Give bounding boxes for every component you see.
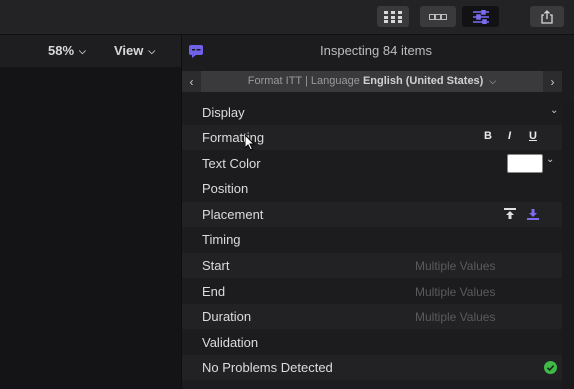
language-value: English (United States) — [362, 75, 484, 87]
text-color-row: Text Color ⌄ — [182, 151, 562, 176]
inspector-title: Inspecting 84 items — [320, 43, 433, 58]
checkmark-circle-icon — [544, 361, 557, 374]
inspector-toggle-button[interactable] — [462, 6, 499, 27]
grid-view-button[interactable] — [377, 6, 409, 27]
inspector-scrollbar[interactable] — [562, 101, 574, 389]
placement-label: Placement — [202, 207, 264, 222]
format-prefix: Format ITT | Language — [247, 75, 360, 87]
duration-row: Duration Multiple Values — [182, 304, 562, 329]
text-color-swatch[interactable] — [507, 154, 543, 173]
grid-icon — [384, 10, 402, 23]
sliders-icon — [472, 9, 489, 24]
position-label: Position — [202, 181, 249, 196]
validation-status-label: No Problems Detected — [202, 360, 333, 375]
start-value-field[interactable]: Multiple Values — [415, 259, 495, 273]
bold-button[interactable]: B — [484, 130, 492, 142]
timing-label: Timing — [202, 232, 241, 247]
timeline-view-button[interactable] — [420, 6, 456, 27]
viewer-area — [0, 67, 181, 389]
mouse-cursor-icon — [245, 135, 256, 151]
align-top-icon[interactable] — [504, 208, 516, 220]
chevron-down-icon: ⌵ — [489, 76, 497, 86]
start-label: Start — [202, 258, 230, 273]
validation-section-header[interactable]: Validation — [182, 330, 562, 355]
position-section-header[interactable]: Position — [182, 176, 562, 201]
view-label: View — [114, 43, 144, 58]
timing-section-header[interactable]: Timing — [182, 227, 562, 252]
duration-value-field[interactable]: Multiple Values — [415, 310, 495, 324]
share-icon — [541, 9, 553, 24]
align-bottom-icon[interactable] — [527, 208, 539, 220]
inspector-header: Inspecting 84 items — [182, 35, 574, 67]
next-button[interactable]: › — [543, 71, 562, 92]
validation-status-row: No Problems Detected — [182, 355, 562, 380]
chevron-down-icon[interactable]: ⌄ — [546, 154, 554, 165]
end-label: End — [202, 284, 226, 299]
chevron-down-icon: ⌵ — [79, 46, 86, 56]
zoom-level: 58% — [48, 43, 75, 58]
share-button[interactable] — [530, 6, 564, 27]
top-toolbar — [0, 0, 574, 35]
format-language-bar[interactable]: ‹ Format ITT | Language English (United … — [182, 71, 562, 92]
zoom-menu[interactable]: 58% ⌵ — [48, 43, 86, 58]
start-row: Start Multiple Values — [182, 253, 562, 278]
duration-label: Duration — [202, 309, 252, 324]
placement-row: Placement — [182, 202, 562, 227]
inspector-panel: Inspecting 84 items ‹ Format ITT | Langu… — [182, 35, 574, 389]
italic-button[interactable]: I — [508, 130, 511, 142]
end-value-field[interactable]: Multiple Values — [415, 285, 495, 299]
end-row: End Multiple Values — [182, 279, 562, 304]
chevron-right-icon: › — [550, 74, 555, 89]
view-menu[interactable]: View ⌵ — [114, 43, 155, 58]
display-label: Display — [202, 105, 245, 120]
display-section-header[interactable]: Display ⌄ — [182, 100, 562, 125]
formatting-row: Formatting B I U — [182, 125, 562, 150]
chevron-down-icon[interactable]: ⌄ — [550, 105, 558, 116]
underline-button[interactable]: U — [529, 130, 537, 142]
timeline-icon — [429, 13, 447, 20]
chevron-down-icon: ⌵ — [148, 46, 156, 56]
text-color-label: Text Color — [202, 156, 261, 171]
format-language-menu[interactable]: Format ITT | Language English (United St… — [182, 75, 562, 87]
caption-icon — [189, 45, 203, 58]
validation-label: Validation — [202, 335, 259, 350]
